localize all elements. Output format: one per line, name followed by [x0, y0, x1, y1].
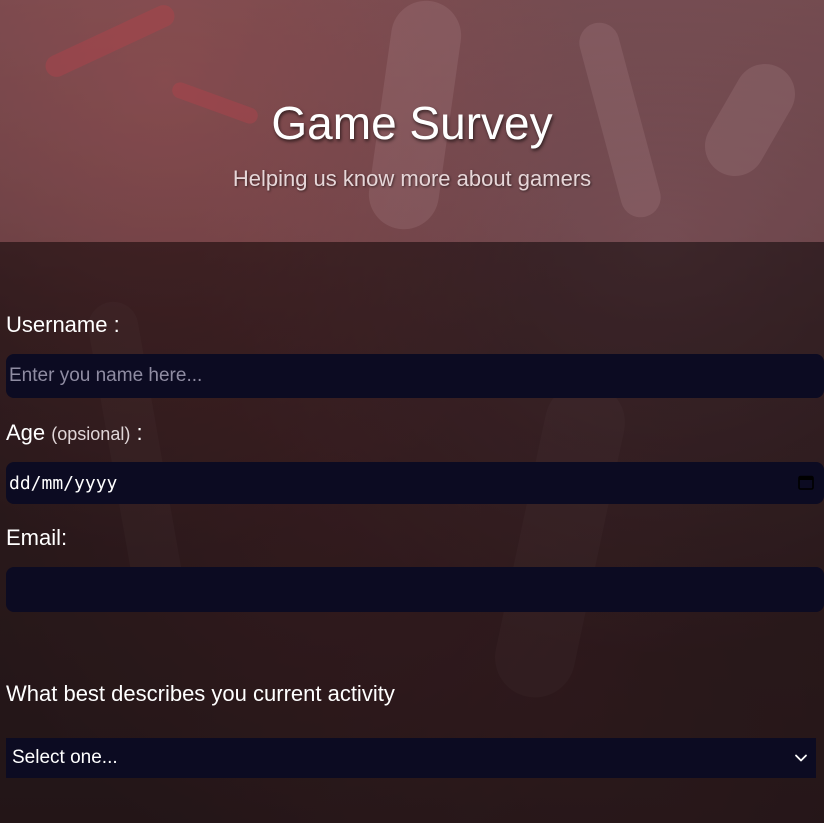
- username-input[interactable]: Enter you name here...: [6, 354, 824, 398]
- page-title: Game Survey: [271, 97, 553, 149]
- email-input[interactable]: [6, 567, 824, 612]
- age-label-text: Age: [6, 420, 46, 445]
- age-label-suffix: :: [130, 420, 143, 445]
- age-optional-note: (opsional): [51, 424, 131, 444]
- email-label: Email:: [6, 525, 68, 550]
- age-date-value: dd/mm/yyyy: [9, 472, 118, 494]
- activity-selected-value: Select one...: [12, 747, 118, 768]
- username-label: Username :: [6, 312, 120, 337]
- survey-form: Username : Enter you name here... Age (o…: [0, 242, 824, 823]
- calendar-icon[interactable]: [798, 474, 814, 490]
- survey-header: Game Survey Helping us know more about g…: [0, 0, 824, 242]
- chevron-down-icon: [795, 754, 807, 762]
- age-date-input[interactable]: dd/mm/yyyy: [6, 462, 824, 504]
- activity-label: What best describes you current activity: [6, 681, 395, 706]
- activity-select[interactable]: Select one...: [6, 738, 816, 778]
- page-background: Game Survey Helping us know more about g…: [0, 0, 824, 823]
- age-label: Age (opsional) :: [6, 420, 143, 446]
- username-placeholder: Enter you name here...: [9, 365, 203, 386]
- page-subtitle: Helping us know more about gamers: [232, 166, 592, 191]
